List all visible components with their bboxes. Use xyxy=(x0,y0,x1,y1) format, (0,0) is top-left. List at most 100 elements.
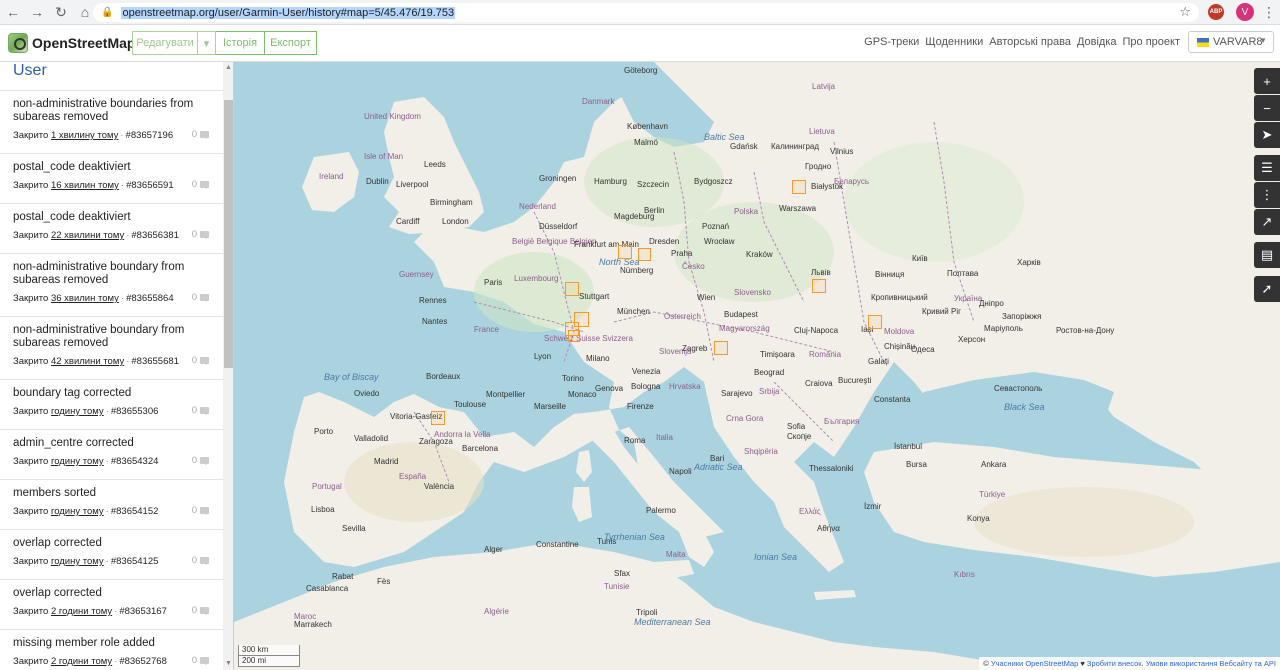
gps-traces-link[interactable]: GPS-треки xyxy=(864,36,919,48)
changeset-item[interactable]: postal_code deaktiviert Закрито 16 хвилин… xyxy=(0,153,223,203)
changeset-comment[interactable]: non-administrative boundary from subarea… xyxy=(13,324,223,350)
lock-icon: 🔒 xyxy=(101,7,114,18)
address-bar[interactable]: 🔒 openstreetmap.org/user/Garmin-User/his… xyxy=(93,3,1199,22)
site-logo[interactable]: OpenStreetMap xyxy=(8,33,135,53)
map-key-icon[interactable]: ⋮ xyxy=(1254,182,1280,208)
zoom-in-button[interactable]: + xyxy=(1254,68,1280,94)
changeset-status: Закрито xyxy=(13,556,49,567)
changeset-id[interactable]: #83656591 xyxy=(126,180,174,191)
scroll-down-icon[interactable]: ▼ xyxy=(225,660,232,667)
changeset-item[interactable]: overlap corrected Закрито 2 години тому · #… xyxy=(0,579,223,629)
map-label-city: Monaco xyxy=(568,390,597,399)
changeset-bbox[interactable] xyxy=(431,411,445,425)
copyright-link[interactable]: Авторські права xyxy=(989,36,1071,48)
map-label-cesko: Česko xyxy=(682,262,705,271)
map-label-city: Oviedo xyxy=(354,389,380,398)
changeset-id[interactable]: #83652768 xyxy=(119,656,167,667)
heart-icon: ♥ xyxy=(1080,659,1085,668)
map-label-city: Cardiff xyxy=(396,217,420,226)
user-menu-button[interactable]: VARVAR8 ▼ xyxy=(1188,31,1274,53)
changeset-status: Закрито xyxy=(13,356,49,367)
map-label-city: Київ xyxy=(912,254,928,263)
changeset-bbox[interactable] xyxy=(792,180,806,194)
changeset-comment[interactable]: non-administrative boundaries from subar… xyxy=(13,98,223,124)
edit-button[interactable]: Редагувати xyxy=(132,31,198,55)
url-text[interactable]: openstreetmap.org/user/Garmin-User/histo… xyxy=(121,6,456,19)
changeset-id[interactable]: #83655681 xyxy=(131,356,179,367)
changeset-item[interactable]: non-administrative boundaries from subar… xyxy=(0,90,223,153)
changeset-bbox[interactable] xyxy=(812,279,826,293)
changeset-bbox[interactable] xyxy=(568,330,580,342)
changeset-bbox[interactable] xyxy=(638,248,651,261)
changeset-id[interactable]: #83655864 xyxy=(126,293,174,304)
changeset-comment[interactable]: postal_code deaktiviert xyxy=(13,211,223,224)
map-label-city: Chișinău xyxy=(884,342,916,351)
changeset-comment[interactable]: missing member role added xyxy=(13,637,223,650)
changeset-comment[interactable]: overlap corrected xyxy=(13,537,223,550)
meta-separator: · xyxy=(120,130,124,141)
scroll-up-icon[interactable]: ▲ xyxy=(225,64,232,71)
layers-icon[interactable]: ☰ xyxy=(1254,155,1280,181)
changeset-bbox[interactable] xyxy=(868,315,882,329)
changeset-item[interactable]: non-administrative boundary from subarea… xyxy=(0,253,223,316)
map-label-srbija: Srbija xyxy=(759,387,780,396)
changeset-item[interactable]: overlap corrected Закрито годину тому · #83… xyxy=(0,529,223,579)
changeset-comment[interactable]: admin_centre corrected xyxy=(13,437,223,450)
changeset-bbox[interactable] xyxy=(618,245,632,259)
changeset-id[interactable]: #83655306 xyxy=(111,406,159,417)
forward-icon[interactable]: → xyxy=(26,1,48,23)
about-link[interactable]: Про проект xyxy=(1123,36,1180,48)
bookmark-star-icon[interactable]: ☆ xyxy=(1179,4,1191,20)
comment-count-value: 0 xyxy=(191,355,197,366)
changeset-comment[interactable]: members sorted xyxy=(13,487,223,500)
donate-link[interactable]: Зробити внесок xyxy=(1087,659,1142,668)
changeset-comment[interactable]: overlap corrected xyxy=(13,587,223,600)
changeset-comment[interactable]: postal_code deaktiviert xyxy=(13,161,223,174)
changeset-id[interactable]: #83654324 xyxy=(111,456,159,467)
map-label-malta: Malta xyxy=(666,550,686,559)
changeset-id[interactable]: #83656381 xyxy=(131,230,179,241)
zoom-out-button[interactable]: − xyxy=(1254,95,1280,121)
contributors-link[interactable]: Учасники OpenStreetMap xyxy=(991,659,1078,668)
changeset-id[interactable]: #83654152 xyxy=(111,506,159,517)
scrollbar-thumb[interactable] xyxy=(224,100,233,368)
add-note-icon[interactable]: ▤ xyxy=(1254,242,1280,268)
changeset-item[interactable]: postal_code deaktiviert Закрито 22 хвилин… xyxy=(0,203,223,253)
map-label-espana: España xyxy=(399,472,427,481)
changeset-id[interactable]: #83653167 xyxy=(119,606,167,617)
edit-dropdown-chevron-down-icon[interactable]: ▾ xyxy=(198,31,216,55)
comment-count: 0 xyxy=(192,605,209,616)
history-button[interactable]: Історія xyxy=(216,31,265,55)
changeset-id[interactable]: #83654125 xyxy=(111,556,159,567)
changeset-id[interactable]: #83657196 xyxy=(126,130,174,141)
changeset-item[interactable]: members sorted Закрито годину тому · #83654… xyxy=(0,479,223,529)
map-label-city: Timișoara xyxy=(760,350,795,359)
changeset-item[interactable]: non-administrative boundary from subarea… xyxy=(0,316,223,379)
changeset-time: годину тому xyxy=(50,406,104,417)
map-view[interactable]: North Sea Baltic Sea Black Sea Mediterra… xyxy=(234,62,1280,670)
export-button[interactable]: Експорт xyxy=(265,31,317,55)
changeset-item[interactable]: boundary tag corrected Закрито годину том… xyxy=(0,379,223,429)
diaries-link[interactable]: Щоденники xyxy=(925,36,983,48)
comment-bubble-icon xyxy=(200,607,209,615)
map-label-ionian-sea: Ionian Sea xyxy=(754,552,798,562)
changeset-comment[interactable]: boundary tag corrected xyxy=(13,387,223,400)
map-label-city: Constantine xyxy=(536,540,579,549)
terms-link[interactable]: Умови використання Вебсайту та API xyxy=(1146,659,1276,668)
changeset-bbox[interactable] xyxy=(714,341,728,355)
query-features-icon[interactable]: ➚ xyxy=(1254,276,1280,302)
back-icon[interactable]: ← xyxy=(2,1,24,23)
changeset-comment[interactable]: non-administrative boundary from subarea… xyxy=(13,261,223,287)
adblock-extension-icon[interactable]: ABP xyxy=(1208,4,1224,20)
locate-icon[interactable]: ➤ xyxy=(1254,122,1280,148)
map-label-luxembourg: Luxembourg xyxy=(514,274,559,283)
reload-icon[interactable]: ↻ xyxy=(50,1,72,23)
changeset-item[interactable]: admin_centre corrected Закрито годину том… xyxy=(0,429,223,479)
browser-menu-icon[interactable]: ⋮ xyxy=(1262,3,1276,21)
share-icon[interactable]: ↗ xyxy=(1254,209,1280,235)
changeset-bbox[interactable] xyxy=(565,282,579,296)
map-label-city: Genova xyxy=(595,384,624,393)
profile-avatar[interactable]: V xyxy=(1236,3,1254,21)
help-link[interactable]: Довідка xyxy=(1077,36,1117,48)
changeset-item[interactable]: missing member role added Закрито 2 годин… xyxy=(0,629,223,670)
